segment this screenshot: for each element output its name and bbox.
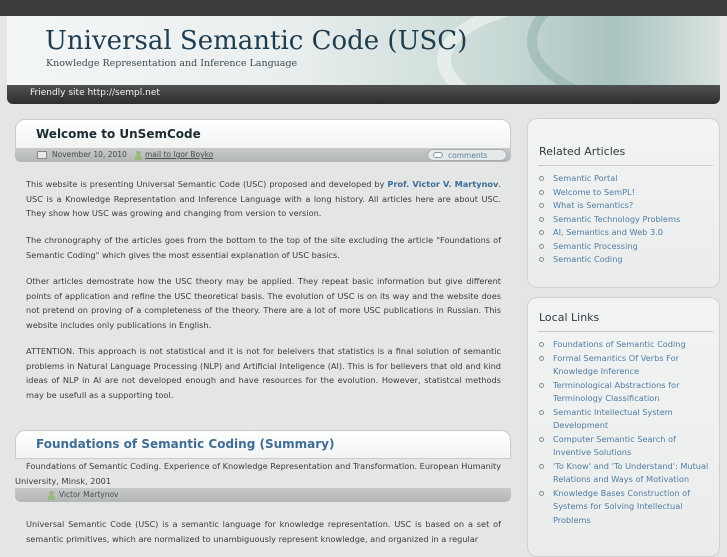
related-article-link[interactable]: Semantic Technology Problems [538,213,716,227]
comments-label: comments [448,151,488,160]
local-link[interactable]: Foundations of Semantic Coding [538,338,716,352]
bullet-icon [539,243,544,249]
local-links-heading: Local Links [539,311,600,324]
comments-button[interactable]: comments [427,149,507,161]
link-text[interactable]: Computer Semantic Search of Inventive So… [553,434,676,458]
local-link[interactable]: Knowledge Bases Construction of Systems … [538,487,716,528]
post-paragraph: The chronography of the articles goes fr… [26,235,501,260]
link-text[interactable]: Semantic Coding [553,254,623,264]
link-text[interactable]: Welcome to SemPL! [553,187,635,197]
link-text[interactable]: Knowledge Bases Construction of Systems … [553,488,690,525]
link-text[interactable]: Terminological Abstractions for Terminol… [553,380,679,404]
site-header: Universal Semantic Code (USC) Knowledge … [7,16,720,85]
link-text[interactable]: Semantic Portal [553,173,618,183]
related-article-link[interactable]: Welcome to SemPL! [538,186,716,200]
link-text[interactable]: Semantic Technology Problems [553,214,680,224]
bullet-icon [539,203,544,208]
post-meta: Victor Martynov [15,488,511,502]
site-title[interactable]: Universal Semantic Code (USC) [45,26,467,56]
local-link[interactable]: Semantic Intellectual System Development [538,406,716,433]
local-links-box: Local Links Foundations of Semantic Codi… [527,297,720,557]
bullet-icon [539,490,544,496]
related-articles-list: Semantic Portal Welcome to SemPL! What i… [538,172,716,267]
bullet-icon [539,436,544,442]
post-date: November 10, 2010 [52,150,127,159]
related-article-link[interactable]: Semantic Processing [538,240,716,254]
post-title[interactable]: Welcome to UnSemCode [36,127,201,141]
link-text[interactable]: What is Semantics? [553,200,633,210]
bullet-icon [539,342,544,347]
post-paragraph: Other articles demostrate how the USC th… [26,276,501,330]
related-article-link[interactable]: AI, Semantics and Web 3.0 [538,226,716,240]
bullet-icon [539,176,544,181]
link-text[interactable]: 'To Know' and 'To Understand': Mutual Re… [553,461,708,485]
link-text[interactable]: AI, Semantics and Web 3.0 [553,227,663,237]
local-link[interactable]: Formal Semantics Of Verbs For Knowledge … [538,352,716,379]
post-paragraph: This website is presenting Universal Sem… [26,177,501,221]
friendly-site-link[interactable]: Friendly site http://sempl.net [30,88,160,98]
link-text[interactable]: Semantic Intellectual System Development [553,407,673,431]
local-link[interactable]: Computer Semantic Search of Inventive So… [538,433,716,460]
post-author: Victor Martynov [59,490,119,499]
nav-bar: Friendly site http://sempl.net [7,85,720,104]
bullet-icon [539,216,544,222]
header-swoosh-decoration [527,16,720,85]
post-title[interactable]: Foundations of Semantic Coding (Summary) [36,437,334,451]
related-articles-box: Related Articles Semantic Portal Welcome… [527,118,720,288]
paragraph-text: This website is presenting Universal Sem… [26,179,388,189]
post-meta: November 10, 2010 mail to Igor Boyko com… [15,148,511,162]
user-icon [48,491,55,500]
bullet-icon [539,189,544,195]
related-article-link[interactable]: Semantic Coding [538,253,716,267]
author-link[interactable]: mail to Igor Boyko [145,150,213,159]
bullet-icon [539,355,544,361]
post-source: Foundations of Semantic Coding. Experien… [15,461,502,486]
related-article-link[interactable]: Semantic Portal [538,172,716,186]
bullet-icon [539,257,544,262]
link-text[interactable]: Formal Semantics Of Verbs For Knowledge … [553,353,679,377]
link-text[interactable]: Semantic Processing [553,241,638,251]
site-subtitle: Knowledge Representation and Inference L… [46,58,298,69]
top-bar [0,0,727,16]
calendar-icon [37,151,47,159]
post-header: Welcome to UnSemCode [15,119,511,149]
post-paragraph: Universal Semantic Code (USC) is a seman… [26,519,501,544]
related-articles-heading: Related Articles [539,145,626,158]
post-paragraph: ATTENTION. This approach is not statisti… [26,346,501,400]
divider [538,331,713,332]
divider [538,165,713,166]
post-header: Foundations of Semantic Coding (Summary) [15,430,511,459]
link-text[interactable]: Foundations of Semantic Coding [553,339,686,349]
bullet-icon [539,230,544,235]
local-link[interactable]: 'To Know' and 'To Understand': Mutual Re… [538,460,716,487]
bullet-icon [539,463,544,469]
user-icon [135,151,142,160]
bullet-icon [539,409,544,415]
related-article-link[interactable]: What is Semantics? [538,199,716,213]
bullet-icon [539,382,544,388]
author-name-link[interactable]: Prof. Victor V. Martynov [387,179,498,189]
local-link[interactable]: Terminological Abstractions for Terminol… [538,379,716,406]
local-links-list: Foundations of Semantic Coding Formal Se… [538,338,716,527]
comment-bubble-icon [433,152,443,158]
